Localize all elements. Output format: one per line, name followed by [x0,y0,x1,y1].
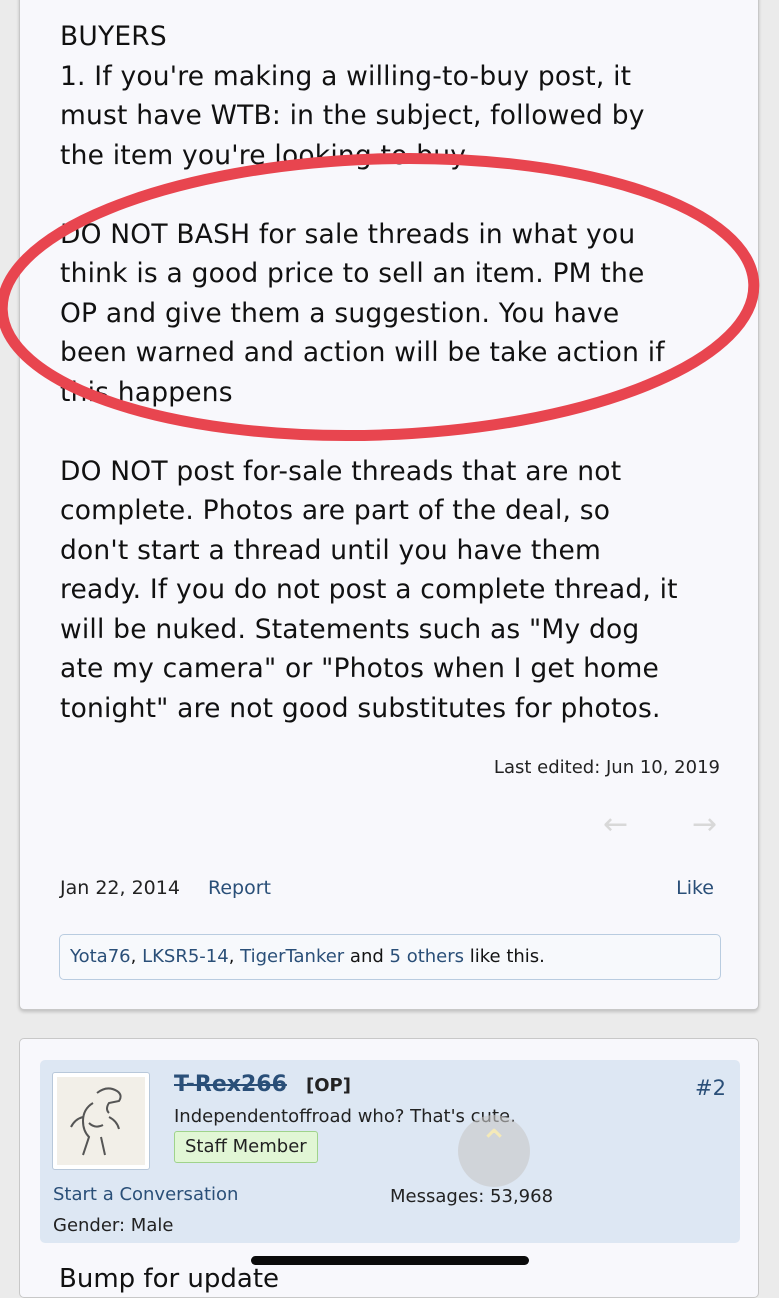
body-line: the item you're looking to buy [60,139,467,171]
likes-separator: , [130,946,143,967]
body-line: DO NOT post for-sale threads that are no… [60,455,622,487]
avatar[interactable] [52,1072,150,1170]
body-line: DO NOT BASH for sale threads in what you [60,218,636,250]
body-line: BUYERS [60,21,167,52]
others-link[interactable]: 5 others [390,946,465,967]
op-badge: [OP] [306,1075,351,1096]
next-arrow-icon[interactable]: → [692,807,717,842]
messages-count: Messages: 53,968 [390,1186,554,1207]
body-line: must have WTB: in the subject, followed … [60,100,645,131]
body-line: ready. If you do not post a complete thr… [60,574,678,605]
body-line: don't start a thread until you have them [60,534,602,566]
liker-link[interactable]: LKSR5-14 [142,946,229,967]
body-line: tonight" are not good substitutes for ph… [60,692,661,724]
post-2-body: Bump for update [59,1264,280,1294]
post-date[interactable]: Jan 22, 2014 [60,877,180,899]
user-info: T-Rex266 [OP] #2 Independentoffroad who?… [40,1060,740,1243]
body-line: think is a good price to sell an item. P… [60,258,645,289]
body-line: been warned and action will be take acti… [60,337,665,368]
last-edited: Last edited: Jun 10, 2019 [493,757,720,778]
staff-member-badge: Staff Member [174,1131,318,1163]
likes-summary: Yota76, LKSR5-14, TigerTanker and 5 othe… [59,934,721,980]
body-line: this happens [60,376,233,408]
body-line: complete. Photos are part of the deal, s… [60,495,611,526]
body-line: OP and give them a suggestion. You have [60,297,620,329]
gender-field: Gender: Male [53,1215,174,1236]
home-indicator[interactable] [251,1256,529,1265]
report-link[interactable]: Report [208,877,271,899]
post-body: BUYERS 1. If you're making a willing-to-… [60,17,740,728]
start-conversation-link[interactable]: Start a Conversation [53,1184,238,1205]
liker-link[interactable]: TigerTanker [240,946,344,967]
body-line: ate my camera" or "Photos when I get hom… [60,653,659,684]
post-meta: Jan 22, 2014 Report [60,877,271,899]
post-number-link[interactable]: #2 [695,1076,726,1100]
body-line: 1. If you're making a willing-to-buy pos… [60,60,632,92]
likes-text: like this. [464,946,545,967]
chevron-up-icon: ⌃ [479,1123,510,1164]
scroll-to-top-button[interactable]: ⌃ [458,1115,530,1187]
like-link[interactable]: Like [676,877,714,899]
previous-arrow-icon[interactable]: ← [603,807,628,842]
trex-sketch-icon [57,1077,145,1165]
post-1: BUYERS 1. If you're making a willing-to-… [19,0,759,1010]
likes-separator: , [228,946,241,967]
user-title: Independentoffroad who? That's cute. [174,1106,516,1127]
likes-text: and [344,946,390,967]
username-link[interactable]: T-Rex266 [174,1072,287,1097]
liker-link[interactable]: Yota76 [70,946,131,967]
body-line: will be nuked. Statements such as "My do… [60,613,640,645]
